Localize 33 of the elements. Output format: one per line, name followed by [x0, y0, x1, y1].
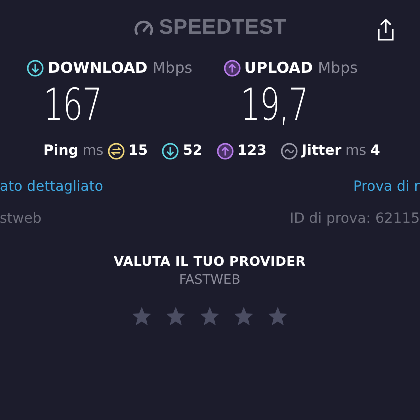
- stat-value: 123: [238, 143, 267, 159]
- latency-icon: [108, 142, 125, 160]
- rate-title: VALUTA IL TUO PROVIDER: [114, 255, 306, 270]
- star-icon[interactable]: [199, 306, 221, 327]
- jitter-icon: [280, 142, 298, 160]
- unit-label: ms: [82, 143, 104, 159]
- download-icon: [27, 60, 44, 76]
- star-icon[interactable]: [233, 306, 255, 327]
- speed-value: 19,7: [239, 79, 309, 133]
- upload-icon: [216, 142, 234, 160]
- result-label: DOWNLOAD: [48, 59, 148, 77]
- unit-label: ms: [346, 143, 367, 159]
- star-icon[interactable]: [165, 306, 187, 327]
- unit-label: Mbps: [318, 59, 358, 77]
- stat-value: 52: [183, 143, 203, 159]
- share-icon: [376, 18, 396, 42]
- star-icon[interactable]: [267, 306, 289, 327]
- stat-value: 15: [128, 143, 148, 159]
- speed-value: 167: [42, 79, 103, 133]
- test-id: ID di prova: 62115: [290, 211, 420, 227]
- provider-name: FASTWEB: [179, 273, 241, 288]
- star-icon[interactable]: [131, 306, 153, 327]
- download-icon: [162, 142, 180, 160]
- result-label: UPLOAD: [244, 59, 314, 77]
- app-logo: SPEEDTEST: [159, 16, 287, 40]
- unit-label: Mbps: [152, 59, 193, 77]
- result-link[interactable]: Prova di r: [353, 179, 420, 195]
- result-link[interactable]: ato dettagliato: [0, 179, 104, 195]
- provider-name: stweb: [0, 211, 42, 227]
- stat-value: 4: [370, 143, 380, 159]
- stat-label: Jitter: [302, 143, 342, 159]
- stat-label: Ping: [44, 143, 79, 159]
- upload-icon: [224, 60, 240, 76]
